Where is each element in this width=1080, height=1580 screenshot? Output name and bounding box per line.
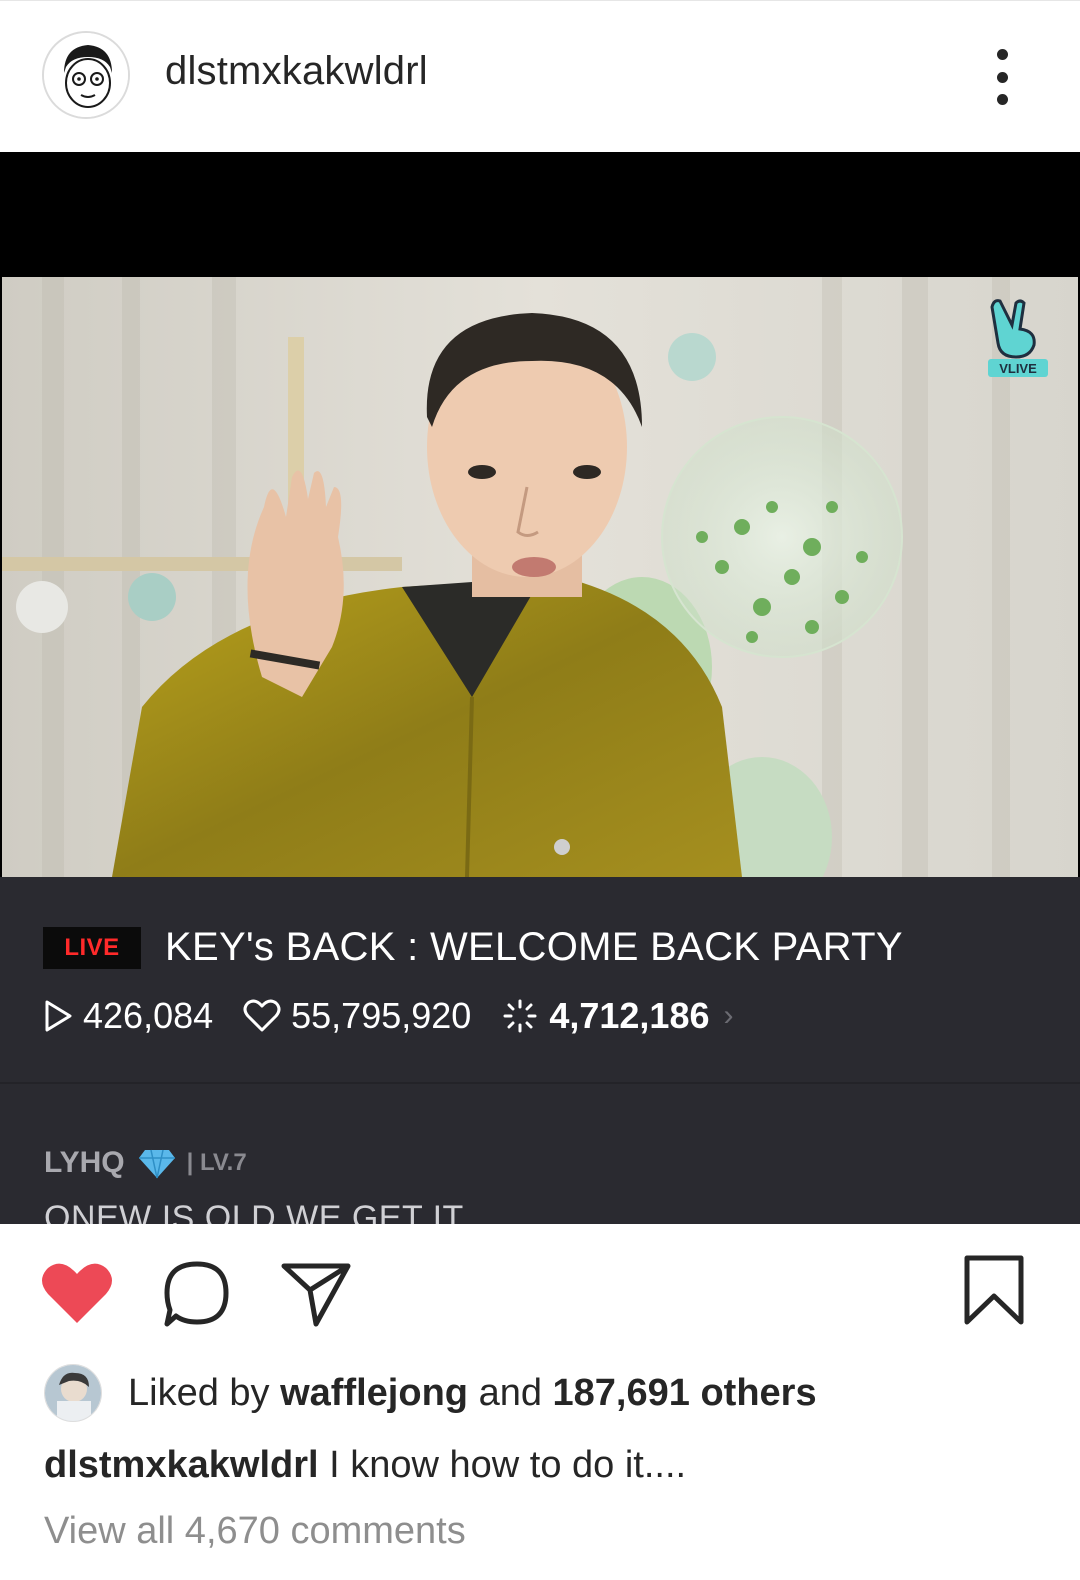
video-scene xyxy=(2,277,1078,877)
post-caption: dlstmxkakwldrl I know how to do it.... xyxy=(44,1444,686,1487)
heart-outline-icon xyxy=(243,999,281,1032)
play-count: 426,084 xyxy=(43,995,213,1037)
more-options-icon[interactable] xyxy=(982,49,1022,105)
share-button[interactable] xyxy=(280,1260,352,1333)
sparkle-count[interactable]: 4,712,186 › xyxy=(501,995,733,1037)
likes-others[interactable]: 187,691 others xyxy=(553,1372,817,1415)
heart-count: 55,795,920 xyxy=(243,995,471,1037)
heart-count-value: 55,795,920 xyxy=(291,995,472,1036)
chat-user-level: | LV.7 xyxy=(186,1149,247,1176)
stream-title: KEY's BACK : WELCOME BACK PARTY xyxy=(165,925,903,969)
likes-connector: and xyxy=(478,1371,542,1414)
sparkle-icon xyxy=(503,999,537,1033)
share-icon xyxy=(281,1263,351,1327)
video-frame: VLIVE xyxy=(2,277,1078,877)
post-username[interactable]: dlstmxkakwldrl xyxy=(165,49,428,94)
caption-username[interactable]: dlstmxkakwldrl xyxy=(44,1444,319,1486)
post-media[interactable]: VLIVE LIVE KEY's BACK : WELCOME BACK PAR… xyxy=(0,152,1080,1224)
like-button[interactable] xyxy=(40,1260,114,1331)
live-badge: LIVE xyxy=(43,927,141,969)
chat-message: ONEW IS OLD WE GET IT xyxy=(44,1199,464,1224)
play-icon xyxy=(45,1000,72,1032)
heart-filled-icon xyxy=(42,1263,112,1323)
liker-username[interactable]: wafflejong xyxy=(280,1372,468,1415)
diamond-icon xyxy=(138,1149,175,1179)
stream-info-panel: LIVE KEY's BACK : WELCOME BACK PARTY 426… xyxy=(0,877,1080,1082)
vlive-badge-text: VLIVE xyxy=(999,361,1037,376)
comment-button[interactable] xyxy=(162,1260,232,1333)
profile-avatar[interactable] xyxy=(42,31,130,119)
post-header: dlstmxkakwldrl xyxy=(0,0,1080,152)
liker-avatar[interactable] xyxy=(44,1364,102,1422)
chat-username: LYHQ xyxy=(44,1146,125,1179)
bookmark-button[interactable] xyxy=(962,1254,1026,1331)
comment-icon xyxy=(164,1261,229,1327)
chat-user: LYHQ | LV.7 xyxy=(44,1146,247,1180)
caption-text: I know how to do it.... xyxy=(329,1444,687,1486)
sparkle-count-value: 4,712,186 xyxy=(549,995,710,1036)
post-actions xyxy=(0,1224,1080,1354)
live-chat: LYHQ | LV.7 ONEW IS OLD WE GET IT xyxy=(0,1082,1080,1224)
play-count-value: 426,084 xyxy=(83,995,214,1036)
likes-summary[interactable]: Liked by wafflejong and 187,691 others xyxy=(44,1364,817,1422)
view-comments-link[interactable]: View all 4,670 comments xyxy=(44,1510,466,1553)
bookmark-icon xyxy=(964,1255,1024,1325)
likes-prefix: Liked by xyxy=(128,1371,270,1414)
vlive-logo-icon: VLIVE xyxy=(986,295,1050,379)
chevron-right-icon[interactable]: › xyxy=(723,999,733,1033)
stream-stats: 426,084 55,795,920 4,712,186 › xyxy=(43,995,763,1037)
